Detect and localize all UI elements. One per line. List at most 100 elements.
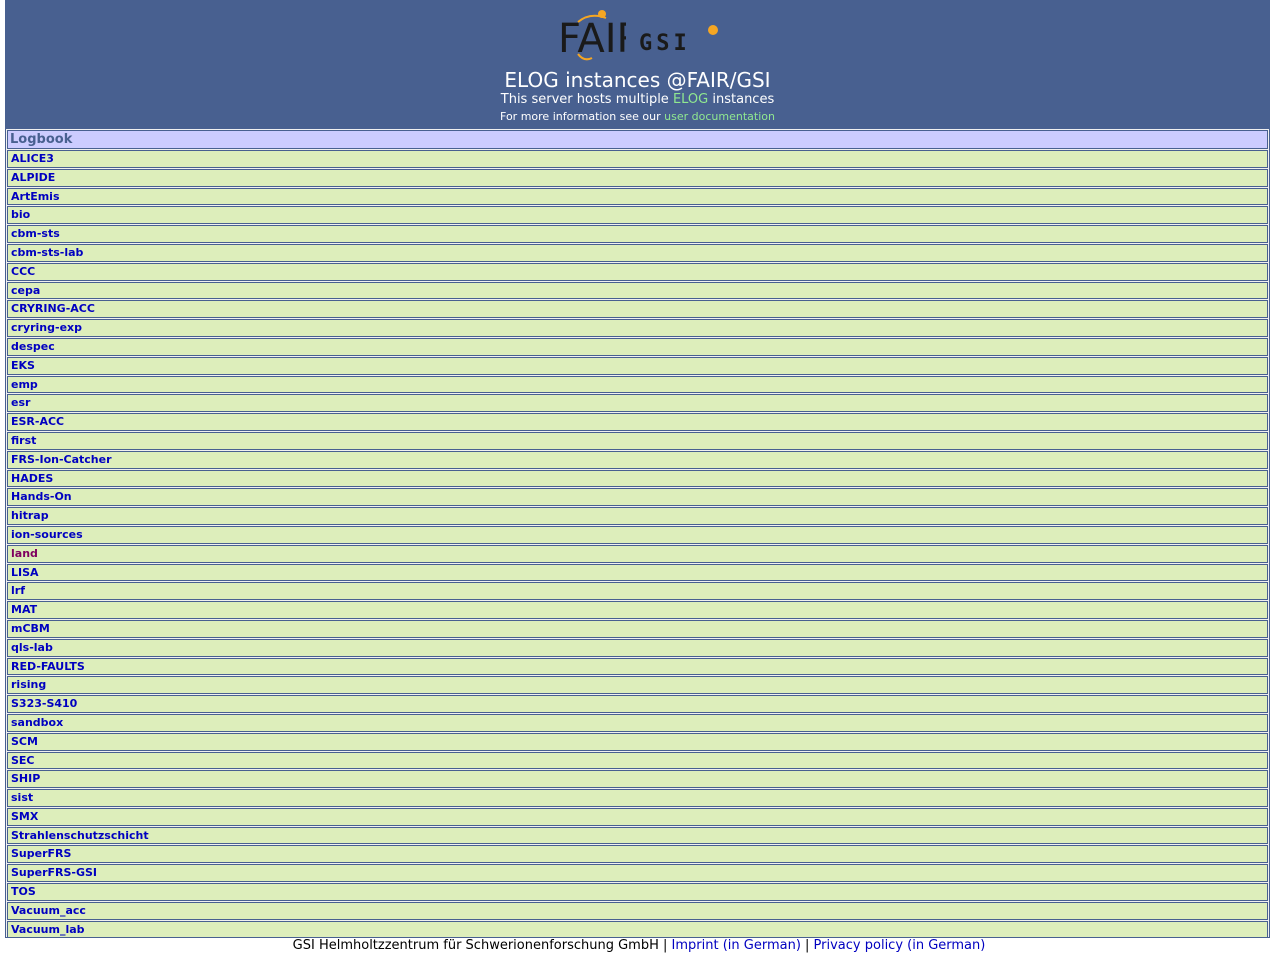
logbook-link[interactable]: Hands-On xyxy=(11,490,72,503)
logbook-link[interactable]: sandbox xyxy=(11,716,63,729)
table-row: SuperFRS-GSI xyxy=(7,864,1268,883)
table-row: land xyxy=(7,544,1268,563)
table-row: lrf xyxy=(7,582,1268,601)
logbook-link[interactable]: ion-sources xyxy=(11,528,83,541)
table-row: emp xyxy=(7,375,1268,394)
logo-bar: FAIR GSI xyxy=(5,8,1270,62)
logbook-link[interactable]: ESR-ACC xyxy=(11,415,64,428)
page-header: FAIR GSI ELOG instances @FAIR/GSI This s… xyxy=(5,0,1270,128)
table-row: ESR-ACC xyxy=(7,413,1268,431)
table-row: CCC xyxy=(7,262,1268,281)
table-row: Hands-On xyxy=(7,488,1268,507)
table-row: SMX xyxy=(7,807,1268,826)
table-row: SEC xyxy=(7,751,1268,770)
logbook-link[interactable]: SuperFRS xyxy=(11,847,71,860)
logbook-link[interactable]: cbm-sts-lab xyxy=(11,246,83,259)
logbook-link[interactable]: RED-FAULTS xyxy=(11,660,85,673)
table-row: despec xyxy=(7,337,1268,356)
table-row: first xyxy=(7,431,1268,450)
elog-link[interactable]: ELOG xyxy=(673,92,708,107)
logbook-link[interactable]: bio xyxy=(11,208,30,221)
logbook-link[interactable]: MAT xyxy=(11,603,37,616)
user-documentation-link[interactable]: user documentation xyxy=(664,110,775,123)
logbook-link[interactable]: Vacuum_lab xyxy=(11,923,85,936)
logbook-link[interactable]: SEC xyxy=(11,754,35,767)
logbook-link[interactable]: rising xyxy=(11,678,46,691)
table-row: RED-FAULTS xyxy=(7,657,1268,676)
table-row: cbm-sts-lab xyxy=(7,243,1268,262)
table-row: EKS xyxy=(7,356,1268,375)
table-row: CRYRING-ACC xyxy=(7,300,1268,319)
logbook-link[interactable]: cepa xyxy=(11,284,40,297)
table-row: bio xyxy=(7,206,1268,225)
logbook-table: Logbook ALICE3 ALPIDE ArtEmis bio cbm-sts cbm… xyxy=(5,128,1270,939)
table-row: sandbox xyxy=(7,713,1268,732)
gsi-logo[interactable]: GSI xyxy=(637,24,727,60)
table-row: hitrap xyxy=(7,507,1268,525)
table-row: ArtEmis xyxy=(7,187,1268,206)
info-text-pre: For more information see our xyxy=(500,110,665,123)
logbook-link[interactable]: ALPIDE xyxy=(11,171,55,184)
page-footer: GSI Helmholtzzentrum für Schwerionenfors… xyxy=(0,937,1278,955)
table-row: SCM xyxy=(7,732,1268,751)
table-row: MAT xyxy=(7,601,1268,619)
table-row: TOS xyxy=(7,883,1268,901)
logbook-link[interactable]: cryring-exp xyxy=(11,321,82,334)
table-row: SuperFRS xyxy=(7,845,1268,864)
logbook-link[interactable]: esr xyxy=(11,396,30,409)
logbook-link[interactable]: land xyxy=(11,547,38,560)
logbook-link[interactable]: ALICE3 xyxy=(11,152,54,165)
table-row: FRS-Ion-Catcher xyxy=(7,450,1268,469)
page-subtitle: This server hosts multiple ELOG instance… xyxy=(5,91,1270,108)
logbook-column-header: Logbook xyxy=(7,130,1268,149)
privacy-policy-link[interactable]: Privacy policy (in German) xyxy=(814,938,986,953)
logbook-link[interactable]: hitrap xyxy=(11,509,49,522)
logbook-link[interactable]: sist xyxy=(11,791,33,804)
logbook-link[interactable]: SuperFRS-GSI xyxy=(11,866,97,879)
logbook-link[interactable]: CCC xyxy=(11,265,35,278)
logbook-link[interactable]: despec xyxy=(11,340,55,353)
logbook-link[interactable]: first xyxy=(11,434,36,447)
logbook-link[interactable]: LISA xyxy=(11,566,39,579)
table-row: cryring-exp xyxy=(7,319,1268,337)
table-row: ALPIDE xyxy=(7,168,1268,187)
subtitle-text-post: instances xyxy=(708,92,775,107)
table-row: Vacuum_acc xyxy=(7,901,1268,920)
logbook-link[interactable]: SCM xyxy=(11,735,38,748)
table-row: qls-lab xyxy=(7,638,1268,657)
logbook-link[interactable]: SHIP xyxy=(11,772,40,785)
table-row: mCBM xyxy=(7,619,1268,638)
table-row: SHIP xyxy=(7,770,1268,789)
table-row: cepa xyxy=(7,281,1268,300)
footer-org: GSI Helmholtzzentrum für Schwerionenfors… xyxy=(292,938,659,953)
logbook-link[interactable]: Vacuum_acc xyxy=(11,904,86,917)
table-row: S323-S410 xyxy=(7,695,1268,713)
table-row: ion-sources xyxy=(7,525,1268,544)
table-row: cbm-sts xyxy=(7,225,1268,243)
table-row: Strahlenschutzschicht xyxy=(7,826,1268,845)
table-row: rising xyxy=(7,676,1268,695)
logbook-link[interactable]: SMX xyxy=(11,810,38,823)
logbook-link[interactable]: EKS xyxy=(11,359,35,372)
table-row: sist xyxy=(7,789,1268,807)
logbook-link[interactable]: qls-lab xyxy=(11,641,53,654)
table-row: LISA xyxy=(7,563,1268,582)
fair-logo[interactable]: FAIR xyxy=(556,8,626,62)
logbook-link[interactable]: HADES xyxy=(11,472,53,485)
logbook-link[interactable]: ArtEmis xyxy=(11,190,60,203)
logbook-link[interactable]: lrf xyxy=(11,584,25,597)
footer-separator: | xyxy=(800,938,814,953)
logbook-link[interactable]: cbm-sts xyxy=(11,227,60,240)
logbook-link[interactable]: Strahlenschutzschicht xyxy=(11,829,149,842)
imprint-link[interactable]: Imprint (in German) xyxy=(672,938,801,953)
footer-separator: | xyxy=(658,938,672,953)
page-title: ELOG instances @FAIR/GSI xyxy=(504,68,771,92)
logbook-link[interactable]: FRS-Ion-Catcher xyxy=(11,453,112,466)
table-row: Vacuum_lab xyxy=(7,920,1268,939)
logbook-link[interactable]: CRYRING-ACC xyxy=(11,302,95,315)
logbook-link[interactable]: S323-S410 xyxy=(11,697,77,710)
table-row: HADES xyxy=(7,469,1268,488)
logbook-link[interactable]: emp xyxy=(11,378,38,391)
logbook-link[interactable]: TOS xyxy=(11,885,36,898)
logbook-link[interactable]: mCBM xyxy=(11,622,50,635)
